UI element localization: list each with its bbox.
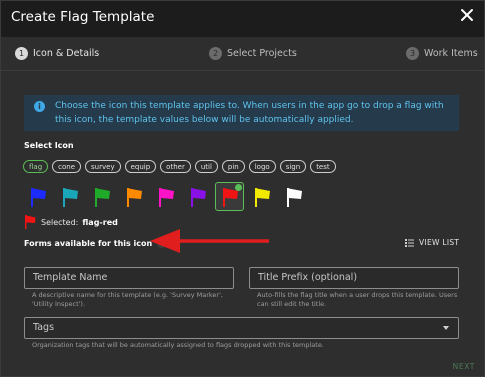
step-number: 2 — [209, 47, 222, 60]
chip-survey[interactable]: survey — [85, 160, 121, 173]
chip-logo[interactable]: logo — [248, 160, 276, 173]
chip-other[interactable]: other — [160, 160, 191, 173]
info-banner: i Choose the icon this template applies … — [24, 95, 459, 131]
chip-cone[interactable]: cone — [52, 160, 82, 173]
flag-red-option[interactable] — [215, 182, 244, 211]
chip-sign[interactable]: sign — [279, 160, 307, 173]
title-prefix-helper: Auto-fills the flag title when a user dr… — [257, 291, 458, 308]
step-label: Select Projects — [227, 48, 297, 59]
flag-yellow-option[interactable] — [247, 182, 276, 211]
chip-equip[interactable]: equip — [124, 160, 157, 173]
flag-blue-option[interactable] — [23, 182, 52, 211]
next-button[interactable]: NEXT — [453, 362, 475, 371]
flag-white-option[interactable] — [279, 182, 308, 211]
selected-icon-value: flag-red — [82, 217, 118, 227]
step-number: 1 — [15, 47, 28, 60]
chip-flag[interactable]: flag — [23, 160, 49, 173]
step-select-projects[interactable]: 2 Select Projects — [209, 47, 297, 60]
tags-helper: Organization tags that will be automatic… — [32, 341, 324, 349]
template-name-input[interactable]: Template Name — [24, 267, 234, 289]
icon-category-chips: flag cone survey equip other util pin lo… — [23, 160, 336, 173]
flag-green-icon — [94, 187, 110, 207]
selected-icon-row: Selected: flag-red — [23, 214, 118, 230]
view-list-label: VIEW LIST — [419, 238, 460, 247]
flag-icon-grid — [23, 182, 308, 211]
info-text: Choose the icon this template applies to… — [55, 101, 444, 125]
stepper: 1 Icon & Details 2 Select Projects 3 Wor… — [1, 37, 484, 71]
tags-select[interactable]: Tags — [24, 317, 459, 339]
template-name-helper: A descriptive name for this template (e.… — [32, 291, 223, 308]
step-number: 3 — [406, 47, 419, 60]
close-icon[interactable] — [460, 8, 474, 22]
flag-teal-icon — [62, 187, 78, 207]
flag-orange-icon — [126, 187, 142, 207]
step-label: Work Items — [424, 48, 478, 59]
dialog-title: Create Flag Template — [11, 9, 155, 25]
dialog-header: Create Flag Template — [1, 1, 484, 37]
flag-purple-icon — [190, 187, 206, 207]
step-icon-details[interactable]: 1 Icon & Details — [15, 47, 99, 60]
create-flag-template-dialog: Create Flag Template 1 Icon & Details 2 … — [0, 0, 485, 377]
flag-teal-option[interactable] — [55, 182, 84, 211]
select-icon-label: Select Icon — [24, 141, 74, 150]
list-icon — [405, 238, 414, 247]
selected-prefix: Selected: — [41, 217, 79, 227]
step-work-items[interactable]: 3 Work Items — [406, 47, 478, 60]
annotation-arrow — [150, 229, 269, 253]
flag-purple-option[interactable] — [183, 182, 212, 211]
flag-yellow-icon — [254, 187, 270, 207]
flag-red-icon — [25, 215, 36, 229]
chevron-down-icon — [443, 326, 449, 330]
view-list-button[interactable]: VIEW LIST — [405, 238, 459, 247]
flag-orange-option[interactable] — [119, 182, 148, 211]
forms-available-label: Forms available for this icon — [24, 238, 153, 248]
tags-placeholder: Tags — [33, 322, 55, 333]
flag-magenta-icon — [158, 187, 174, 207]
info-icon: i — [34, 101, 45, 112]
chip-pin[interactable]: pin — [221, 160, 245, 173]
flag-magenta-option[interactable] — [151, 182, 180, 211]
chip-util[interactable]: util — [194, 160, 218, 173]
flag-blue-icon — [30, 187, 46, 207]
flag-green-option[interactable] — [87, 182, 116, 211]
check-icon — [235, 184, 242, 191]
step-label: Icon & Details — [33, 48, 100, 59]
chip-test[interactable]: test — [310, 160, 336, 173]
title-prefix-input[interactable]: Title Prefix (optional) — [249, 267, 459, 289]
flag-white-icon — [286, 187, 302, 207]
